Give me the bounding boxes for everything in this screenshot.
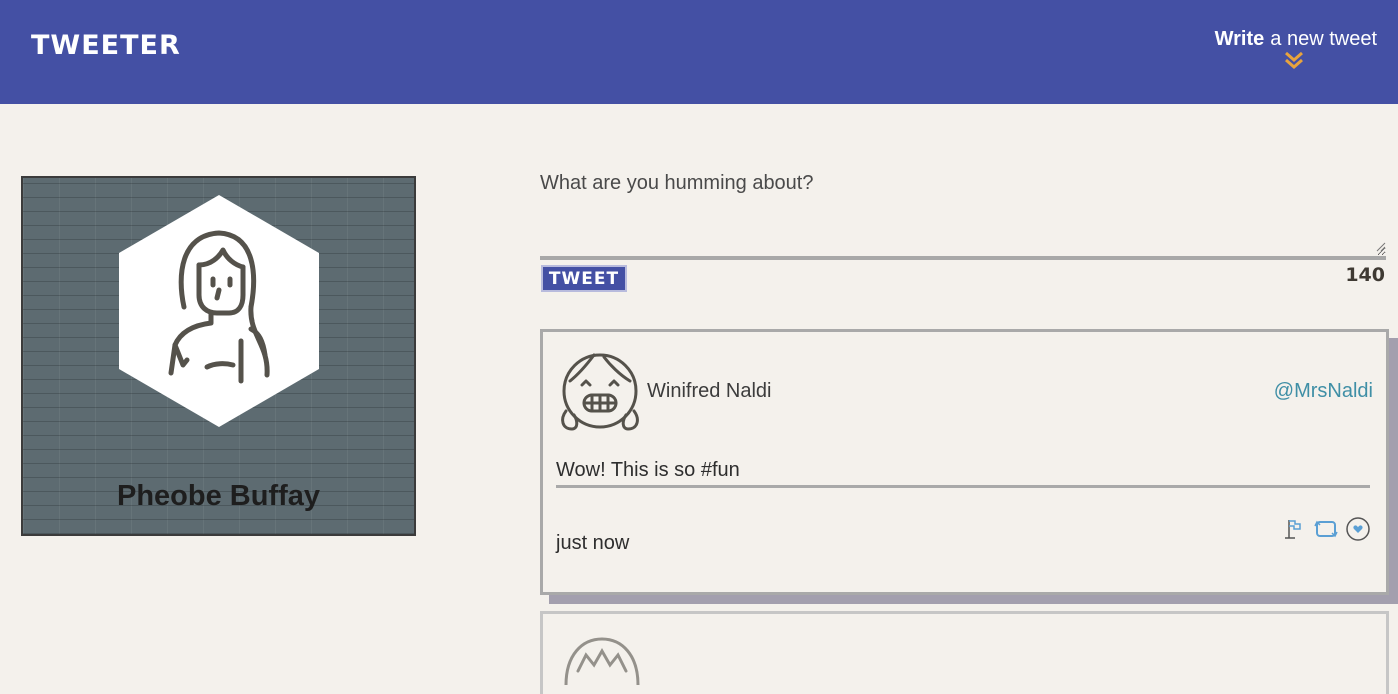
tweet-divider bbox=[556, 485, 1370, 488]
flag-icon[interactable] bbox=[1281, 516, 1307, 542]
tweet-card: Winifred Naldi @MrsNaldi Wow! This is so… bbox=[540, 329, 1389, 595]
tweet-timestamp: just now bbox=[556, 532, 630, 554]
tweet-submit-button[interactable]: TWEET bbox=[541, 265, 627, 292]
profile-card: Pheobe Buffay bbox=[21, 176, 416, 536]
heart-icon[interactable] bbox=[1345, 516, 1371, 542]
tweet-compose-input[interactable] bbox=[540, 170, 1386, 256]
profile-name: Pheobe Buffay bbox=[116, 480, 321, 512]
avatar-icon bbox=[564, 637, 640, 685]
tweet-card bbox=[540, 611, 1389, 694]
woman-long-hair-avatar-icon bbox=[119, 195, 319, 427]
tweet-actions bbox=[1281, 515, 1371, 543]
resize-grip-icon[interactable] bbox=[1376, 242, 1386, 252]
compose-toggle-label: a new tweet bbox=[1270, 28, 1377, 50]
character-counter: 140 bbox=[1345, 264, 1385, 286]
tweet-author-handle[interactable]: @MrsNaldi bbox=[1274, 380, 1373, 403]
tweet-content: Wow! This is so #fun bbox=[556, 459, 740, 481]
retweet-icon[interactable] bbox=[1313, 516, 1339, 542]
brand-logo[interactable]: TWEETER bbox=[31, 30, 181, 61]
smiling-girl-avatar-icon bbox=[561, 353, 639, 431]
compose-toggle-button[interactable]: Write a new tweet bbox=[1215, 28, 1377, 51]
top-nav: TWEETER Write a new tweet bbox=[0, 0, 1398, 104]
compose-divider bbox=[540, 256, 1386, 260]
compose-toggle-bold: Write bbox=[1214, 28, 1265, 50]
tweet-author-name: Winifred Naldi bbox=[647, 380, 772, 402]
chevron-double-down-icon[interactable] bbox=[1283, 50, 1305, 72]
